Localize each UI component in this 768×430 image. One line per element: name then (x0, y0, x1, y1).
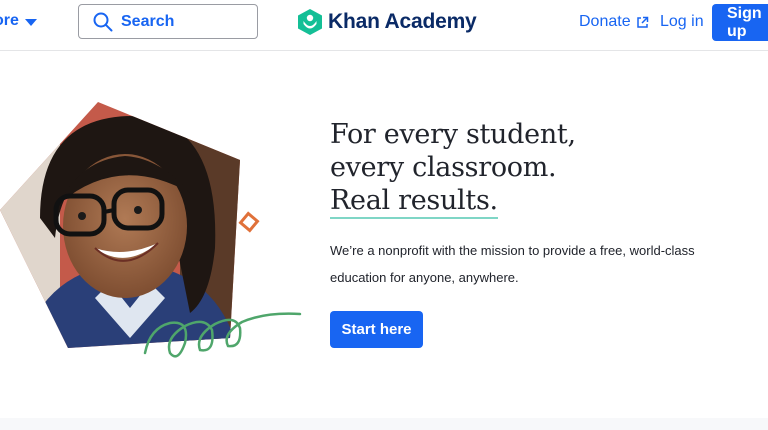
next-section-band (0, 418, 768, 430)
donate-label: Donate (579, 13, 631, 30)
hero-description: We’re a nonprofit with the mission to pr… (330, 237, 710, 291)
explore-menu-button[interactable]: ore (0, 12, 37, 30)
donate-link[interactable]: Donate (579, 13, 649, 31)
start-here-button[interactable]: Start here (330, 311, 423, 348)
headline-line-1: For every student, (330, 119, 576, 150)
hero-student-photo (0, 102, 302, 358)
signup-button[interactable]: Sign up (712, 4, 768, 41)
logo-text: Khan Academy (328, 10, 477, 33)
search-label: Search (121, 12, 175, 30)
headline-line-3: Real results. (330, 185, 498, 219)
hero-headline: For every student, every classroom. Real… (330, 118, 576, 219)
chevron-down-icon (24, 18, 37, 26)
search-button[interactable]: Search (78, 4, 258, 39)
explore-menu-label: ore (0, 12, 19, 29)
top-navigation-bar: ore Search Khan Academy Donate Log in Si… (0, 0, 768, 51)
external-link-icon (636, 16, 648, 28)
description-line-1: We’re a nonprofit with the mission to pr… (330, 243, 695, 258)
khan-academy-logo[interactable]: Khan Academy (298, 9, 477, 35)
search-icon (93, 12, 113, 31)
khan-academy-logo-icon (298, 9, 322, 35)
headline-line-2: every classroom. (330, 152, 557, 183)
description-line-2: education for anyone, anywhere. (330, 270, 519, 285)
login-link[interactable]: Log in (660, 13, 704, 31)
